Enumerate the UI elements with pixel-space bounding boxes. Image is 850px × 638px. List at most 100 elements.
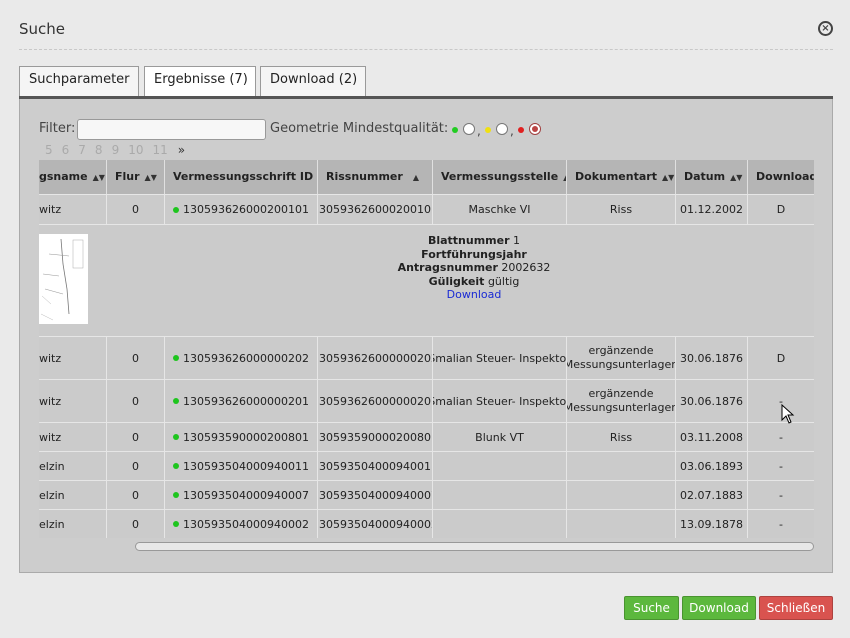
col-flur[interactable]: Flur ▲▼ <box>107 160 165 194</box>
sort-icon: ▲▼ <box>144 173 157 182</box>
tab-suchparameter[interactable]: Suchparameter <box>19 66 139 98</box>
detail-row: Blattnummer 1 Fortführungsjahr Antragsnu… <box>39 224 814 336</box>
filter-input[interactable] <box>77 119 266 140</box>
tab-ergebnisse[interactable]: Ergebnisse (7) <box>144 66 256 99</box>
cell-datum: 30.06.1876 <box>676 337 748 379</box>
cell-flur: 0 <box>107 337 165 379</box>
cell-flur: 0 <box>107 481 165 509</box>
table-row[interactable]: elzin 0 130593504000940002 1305935040009… <box>39 509 814 538</box>
cell-dokumentart <box>567 481 676 509</box>
quality-radio-yellow[interactable] <box>496 123 508 135</box>
cell-stelle: Smalian Steuer- Inspektor <box>433 337 567 379</box>
quality-radio-red[interactable] <box>529 123 541 135</box>
col-gemarkungsname[interactable]: gsname ▲▼ <box>39 160 107 194</box>
detail-info: Blattnummer 1 Fortführungsjahr Antragsnu… <box>397 234 551 302</box>
cell-riss: 130593626000000201 <box>318 380 433 422</box>
cell-download[interactable]: - <box>748 423 814 451</box>
cell-stelle: Blunk VT <box>433 423 567 451</box>
cell-stelle <box>433 481 567 509</box>
col-vermessungsstelle[interactable]: Vermessungsstelle▲▼ <box>433 160 567 194</box>
cell-dokumentart: Riss <box>567 195 676 224</box>
cell-datum: 01.12.2002 <box>676 195 748 224</box>
col-datum[interactable]: Datum ▲▼ <box>676 160 748 194</box>
table-row[interactable]: witz 0 130593626000000202 13059362600000… <box>39 336 814 379</box>
cell-id: 130593504000940002 <box>165 510 318 538</box>
red-dot-icon <box>518 127 524 133</box>
table-row[interactable]: witz 0 130593626000200101 13059362600020… <box>39 194 814 224</box>
mouse-cursor-icon <box>781 404 795 424</box>
col-vermessungsschrift-id[interactable]: Vermessungsschrift ID▲▼ <box>165 160 318 194</box>
table-row[interactable]: elzin 0 130593504000940007 1305935040009… <box>39 480 814 509</box>
results-table: gsname▲▼ Flur▲▼ Vermessungsschrift ID▲▼ … <box>39 160 814 541</box>
sort-icon: ▲▼ <box>730 173 743 182</box>
page-link[interactable]: 8 <box>95 143 103 157</box>
table-row[interactable]: witz 0 130593626000000201 13059362600000… <box>39 379 814 422</box>
green-dot-icon <box>452 127 458 133</box>
cell-flur: 0 <box>107 195 165 224</box>
cell-dokumentart: ergänzende Messungsunterlagen <box>567 337 676 379</box>
yellow-dot-icon <box>485 127 491 133</box>
page-link[interactable]: 7 <box>78 143 86 157</box>
cell-riss: 130593626000200101 <box>318 195 433 224</box>
tab-download[interactable]: Download (2) <box>260 66 366 98</box>
cell-gemarkung: elzin <box>39 452 107 480</box>
dialog-title: Suche <box>19 20 66 38</box>
schliessen-button[interactable]: Schließen <box>759 596 833 620</box>
cell-dokumentart: ergänzende Messungsunterlagen <box>567 380 676 422</box>
results-panel: Filter: Geometrie Mindestqualität: , , 5… <box>19 99 833 573</box>
cell-riss: 130593504000940002 <box>318 510 433 538</box>
cell-download[interactable]: - <box>748 452 814 480</box>
table-row[interactable]: witz 0 130593590000200801 13059359000020… <box>39 422 814 451</box>
close-icon[interactable]: × <box>818 21 833 36</box>
cell-stelle: Smalian Steuer- Inspektor <box>433 380 567 422</box>
cell-gemarkung: witz <box>39 423 107 451</box>
horizontal-scrollbar[interactable] <box>135 542 814 551</box>
download-button[interactable]: Download <box>682 596 756 620</box>
cell-gemarkung: elzin <box>39 510 107 538</box>
gueltigkeit-value: gültig <box>487 274 520 288</box>
cell-datum: 13.09.1878 <box>676 510 748 538</box>
cell-stelle <box>433 452 567 480</box>
quality-dot-icon <box>173 463 179 469</box>
quality-dot-icon <box>173 398 179 404</box>
cell-download[interactable]: - <box>748 481 814 509</box>
quality-dot-icon <box>173 434 179 440</box>
col-rissnummer[interactable]: Rissnummer ▲ <box>318 160 433 194</box>
sort-asc-icon: ▲ <box>412 173 419 182</box>
cell-download[interactable]: D <box>748 337 814 379</box>
search-dialog: Suche × Suchparameter Ergebnisse (7) Dow… <box>0 0 850 638</box>
col-download: Download <box>748 160 814 194</box>
page-link[interactable]: 5 <box>45 143 53 157</box>
title-divider <box>19 49 833 50</box>
cell-download[interactable]: D <box>748 195 814 224</box>
cell-stelle <box>433 510 567 538</box>
quality-dot-icon <box>173 206 179 213</box>
quality-dot-icon <box>173 521 179 527</box>
sort-icon: ▲▼ <box>92 173 105 182</box>
blattnummer-value: 1 <box>513 234 521 247</box>
cell-id: 130593590000200801 <box>165 423 318 451</box>
cell-dokumentart <box>567 510 676 538</box>
page-link[interactable]: 10 <box>128 143 143 157</box>
detail-download-link[interactable]: Download <box>447 288 502 301</box>
col-dokumentart[interactable]: Dokumentart ▲▼ <box>567 160 676 194</box>
table-row[interactable]: elzin 0 130593504000940011 1305935040009… <box>39 451 814 480</box>
quality-radio-green[interactable] <box>463 123 475 135</box>
page-link[interactable]: 9 <box>112 143 120 157</box>
next-page-link[interactable]: » <box>178 143 185 157</box>
cell-id: 130593504000940011 <box>165 452 318 480</box>
cell-riss: 130593504000940007 <box>318 481 433 509</box>
cell-download[interactable]: - <box>748 510 814 538</box>
cell-dokumentart: Riss <box>567 423 676 451</box>
suche-button[interactable]: Suche <box>624 596 679 620</box>
page-link[interactable]: 11 <box>152 143 167 157</box>
page-link[interactable]: 6 <box>62 143 70 157</box>
cell-flur: 0 <box>107 452 165 480</box>
option-separator: , <box>510 124 514 138</box>
cell-gemarkung: witz <box>39 195 107 224</box>
cell-datum: 03.06.1893 <box>676 452 748 480</box>
cell-riss: 130593590000200801 <box>318 423 433 451</box>
cell-riss: 130593504000940011 <box>318 452 433 480</box>
cell-flur: 0 <box>107 423 165 451</box>
geometry-quality-label: Geometrie Mindestqualität: <box>270 121 449 136</box>
